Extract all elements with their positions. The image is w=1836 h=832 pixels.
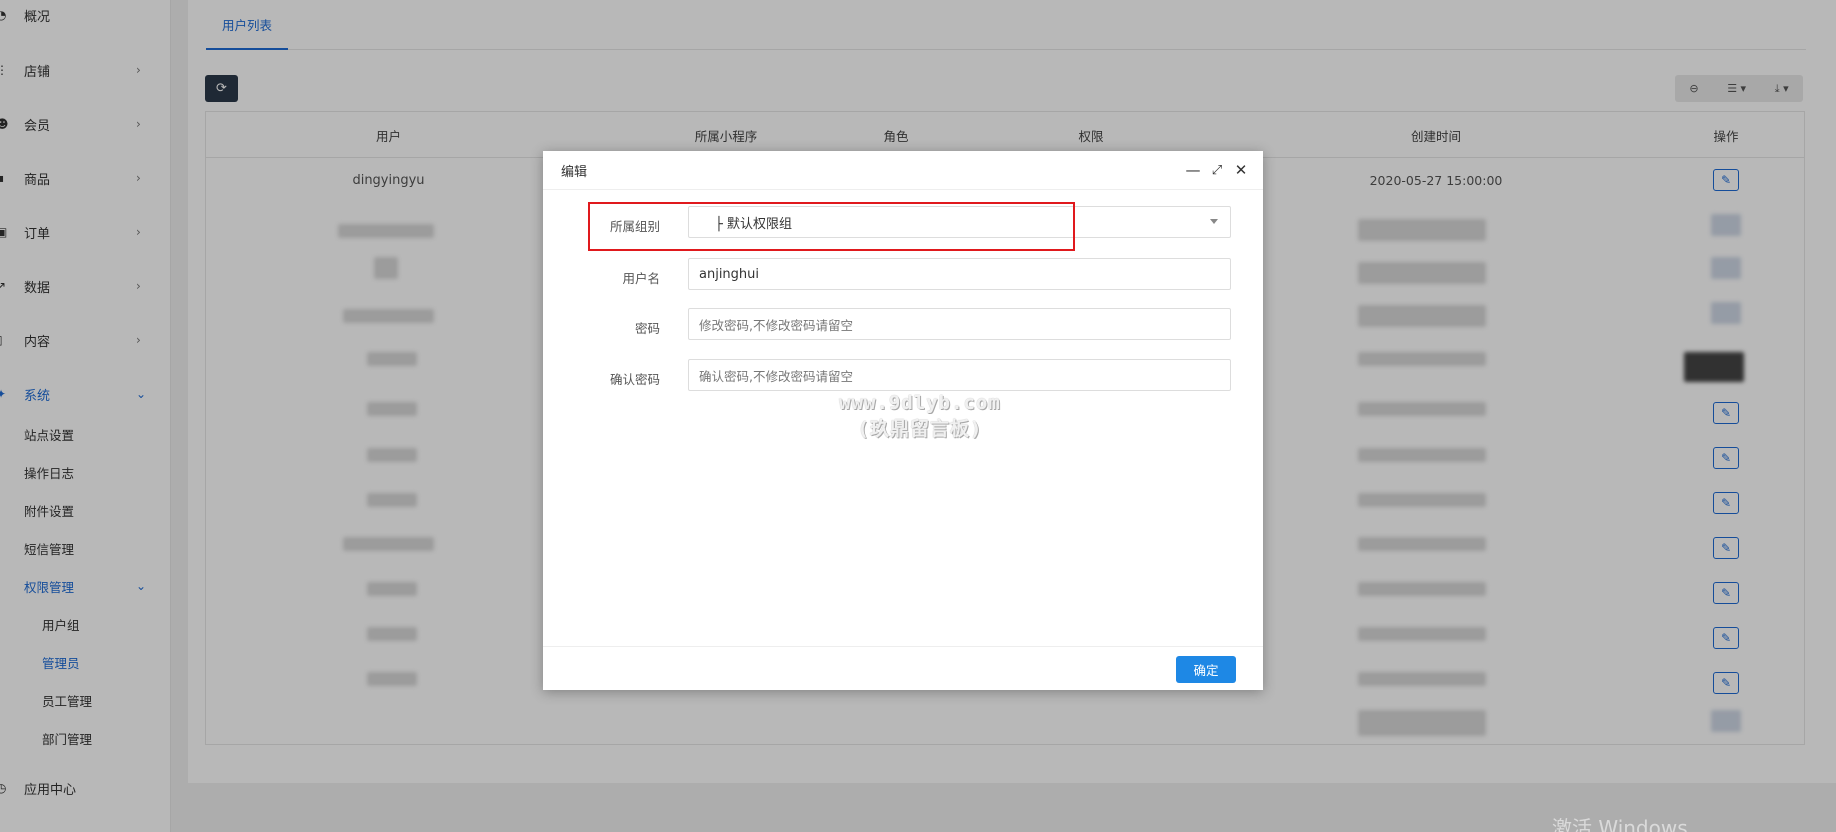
username-field[interactable]: anjinghui xyxy=(688,258,1231,290)
close-icon[interactable]: ✕ xyxy=(1231,160,1251,180)
dropdown-arrow-icon xyxy=(1210,219,1218,224)
password-field[interactable]: 修改密码,不修改密码请留空 xyxy=(688,308,1231,340)
confirm-button[interactable]: 确定 xyxy=(1176,656,1236,683)
maximize-icon[interactable]: ⤢ xyxy=(1207,160,1227,180)
password-label: 密码 xyxy=(634,321,660,336)
confirm-password-label: 确认密码 xyxy=(609,372,660,387)
site-watermark: www.9dlyb.com (玖鼎留言板) xyxy=(820,390,1020,442)
annotation-highlight-box xyxy=(588,202,1075,251)
windows-activation-watermark: 激活 Windows xyxy=(1552,816,1688,832)
watermark-line2: (玖鼎留言板) xyxy=(857,418,983,440)
minimize-icon[interactable]: — xyxy=(1183,160,1203,180)
dialog-header: 编辑 — ⤢ ✕ xyxy=(543,151,1263,190)
dialog-title: 编辑 xyxy=(561,165,588,180)
dialog-footer: 确定 xyxy=(543,646,1263,690)
username-label: 用户名 xyxy=(622,271,660,286)
confirm-password-field[interactable]: 确认密码,不修改密码请留空 xyxy=(688,359,1231,391)
watermark-line1: www.9dlyb.com xyxy=(839,392,1001,414)
